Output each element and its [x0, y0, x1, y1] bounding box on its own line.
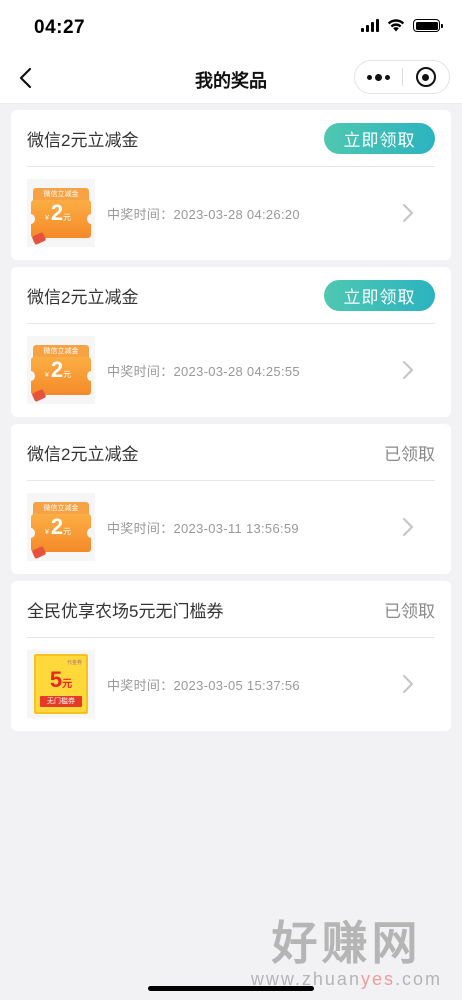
coupon-thumbnail: 微信立减金 ¥ 2元 — [27, 179, 95, 247]
prize-card: 微信2元立减金 已领取 微信立减金 ¥ 2元 中奖时间：2023-03-11 1… — [11, 424, 451, 574]
prize-name: 微信2元立减金 — [27, 130, 139, 150]
prize-card-header: 微信2元立减金 立即领取 — [27, 110, 435, 167]
home-indicator[interactable] — [148, 986, 314, 991]
status-time: 04:27 — [34, 17, 86, 38]
mini-program-capsule — [354, 60, 450, 94]
claim-button[interactable]: 立即领取 — [324, 279, 435, 311]
prize-card: 微信2元立减金 立即领取 微信立减金 ¥ 2元 中奖时间：2023-03-28 … — [11, 110, 451, 260]
coupon-thumbnail: 微信立减金 ¥ 2元 — [27, 493, 95, 561]
won-time: 中奖时间：2023-03-28 04:25:55 — [107, 363, 300, 379]
status-icons — [361, 19, 443, 32]
watermark-logo: 好赚网 — [271, 917, 422, 969]
won-time: 中奖时间：2023-03-28 04:26:20 — [107, 206, 300, 222]
prize-card-header: 微信2元立减金 已领取 — [27, 424, 435, 481]
prize-card-header: 全民优享农场5元无门槛券 已领取 — [27, 581, 435, 638]
won-time: 中奖时间：2023-03-11 13:56:59 — [107, 520, 299, 536]
claimed-status: 已领取 — [384, 601, 435, 621]
chevron-right-icon[interactable] — [401, 516, 415, 538]
prize-detail-row[interactable]: 微信立减金 ¥ 2元 中奖时间：2023-03-28 04:26:20 — [27, 167, 435, 259]
watermark: 好赚网 www.zhuanyes.com — [251, 918, 442, 990]
nav-bar: 我的奖品 — [0, 52, 462, 104]
prize-detail-row[interactable]: 代金券 5元 无门槛券 中奖时间：2023-03-05 15:37:56 — [27, 638, 435, 730]
coupon-thumbnail: 代金券 5元 无门槛券 — [27, 650, 95, 718]
claim-button[interactable]: 立即领取 — [324, 122, 435, 154]
chevron-right-icon[interactable] — [401, 202, 415, 224]
prize-list: 微信2元立减金 立即领取 微信立减金 ¥ 2元 中奖时间：2023-03-28 … — [0, 104, 462, 731]
claimed-status: 已领取 — [384, 444, 435, 464]
prize-name: 全民优享农场5元无门槛券 — [27, 601, 224, 621]
status-bar: 04:27 — [0, 0, 462, 52]
more-icon[interactable] — [355, 61, 402, 93]
wifi-icon — [387, 19, 405, 32]
close-mini-program-icon[interactable] — [403, 61, 449, 93]
prize-name: 微信2元立减金 — [27, 287, 139, 307]
prize-card-header: 微信2元立减金 立即领取 — [27, 267, 435, 324]
prize-name: 微信2元立减金 — [27, 444, 139, 464]
chevron-right-icon[interactable] — [401, 359, 415, 381]
prize-detail-row[interactable]: 微信立减金 ¥ 2元 中奖时间：2023-03-11 13:56:59 — [27, 481, 435, 573]
prize-card: 微信2元立减金 立即领取 微信立减金 ¥ 2元 中奖时间：2023-03-28 … — [11, 267, 451, 417]
battery-icon — [413, 19, 443, 32]
chevron-right-icon[interactable] — [401, 673, 415, 695]
wechat-coupon-image: 微信立减金 ¥ 2元 — [27, 188, 95, 246]
prize-detail-row[interactable]: 微信立减金 ¥ 2元 中奖时间：2023-03-28 04:25:55 — [27, 324, 435, 416]
coupon-thumbnail: 微信立减金 ¥ 2元 — [27, 336, 95, 404]
farm-coupon-image: 代金券 5元 无门槛券 — [34, 654, 88, 714]
cellular-signal-icon — [361, 19, 379, 32]
won-time: 中奖时间：2023-03-05 15:37:56 — [107, 677, 300, 693]
wechat-coupon-image: 微信立减金 ¥ 2元 — [27, 502, 95, 560]
wechat-coupon-image: 微信立减金 ¥ 2元 — [27, 345, 95, 403]
prize-card: 全民优享农场5元无门槛券 已领取 代金券 5元 无门槛券 中奖时间：2023-0… — [11, 581, 451, 731]
